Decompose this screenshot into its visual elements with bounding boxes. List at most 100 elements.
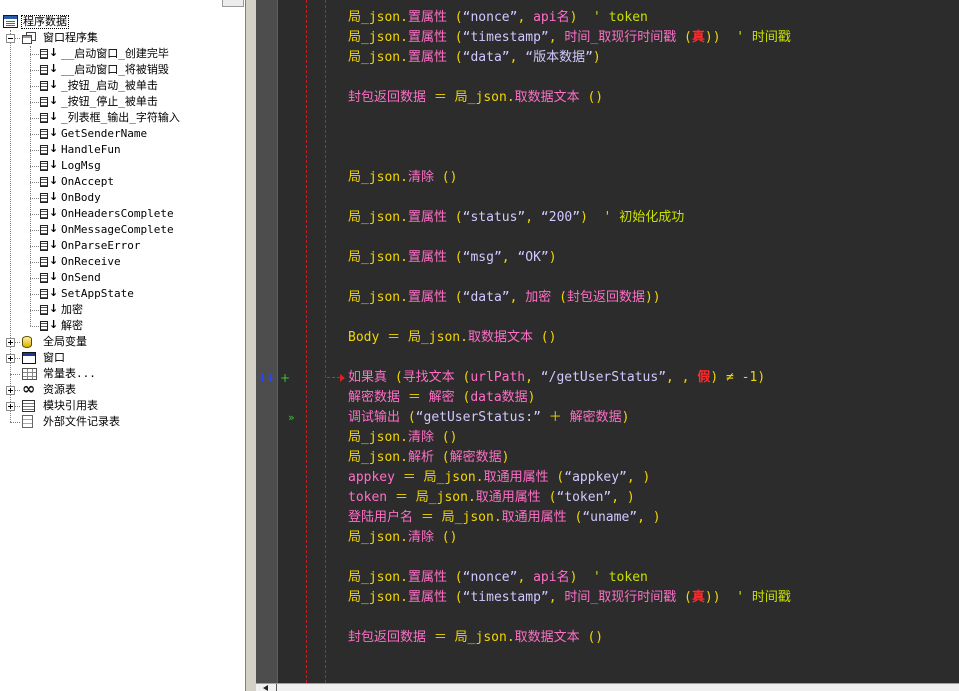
code-variable: 局_json [348, 430, 401, 445]
subroutine-icon [40, 110, 58, 124]
code-line[interactable]: Body ＝ 局_json.取数据文本 () [348, 328, 556, 348]
code-line[interactable] [348, 108, 368, 128]
tree-item[interactable]: GetSenderName [0, 126, 245, 142]
expand-toggle[interactable] [6, 386, 15, 395]
subroutine-icon [40, 318, 58, 332]
tree-item[interactable]: 常量表... [0, 366, 245, 382]
code-operator: . [400, 10, 408, 25]
code-operator: ( [387, 370, 403, 385]
code-line[interactable] [348, 228, 368, 248]
tree-item[interactable]: _按钮_停止_被单击 [0, 94, 245, 110]
code-operator: . [467, 490, 476, 505]
tree-item[interactable]: _列表框_输出_字符输入 [0, 110, 245, 126]
code-line[interactable]: appkey ＝ 局_json.取通用属性 (“appkey”, ) [348, 468, 650, 488]
tree-connector [30, 134, 39, 135]
code-line[interactable]: 局_json.置属性 (“data”, “版本数据”) [348, 48, 601, 68]
code-line[interactable] [348, 148, 368, 168]
code-line[interactable]: 局_json.置属性 (“timestamp”, 时间_取现行时间戳 (真)) … [348, 588, 791, 608]
tree-item[interactable]: SetAppState [0, 286, 245, 302]
project-tree-panel[interactable]: 程序数据窗口程序集 __启动窗口_创建完毕 __启动窗口_将被销毁 _按钮_启动_被单… [0, 0, 245, 691]
expand-toggle[interactable] [6, 354, 15, 363]
tree-item[interactable]: __启动窗口_将被销毁 [0, 62, 245, 78]
code-line[interactable] [348, 308, 368, 328]
code-line[interactable]: 登陆用户名 ＝ 局_json.取通用属性 (“uname”, ) [348, 508, 661, 528]
code-line[interactable]: 局_json.置属性 (“msg”, “OK”) [348, 248, 557, 268]
tree-item[interactable]: 程序数据 [0, 14, 245, 30]
tree-item[interactable]: OnParseError [0, 238, 245, 254]
code-operator: ) [580, 210, 588, 225]
code-line[interactable]: 局_json.清除 () [348, 428, 457, 448]
code-operator: , [517, 10, 534, 25]
tree-item[interactable]: 模块引用表 [0, 398, 245, 414]
code-operator: . [493, 510, 502, 525]
code-line[interactable]: 局_json.置属性 (“nonce”, api名) ' token [348, 8, 648, 28]
tree-item[interactable]: 窗口 [0, 350, 245, 366]
run-arrow-icon[interactable] [288, 408, 295, 428]
code-operator: , ) [611, 490, 635, 505]
code-string: “timestamp” [462, 590, 549, 605]
code-line[interactable]: 解密数据 ＝ 解密 (data数据) [348, 388, 535, 408]
code-line[interactable]: 局_json.解析 (解密数据) [348, 448, 509, 468]
code-line[interactable] [348, 548, 368, 568]
step-arrows-icon[interactable] [258, 368, 274, 388]
expand-toggle[interactable] [6, 338, 15, 347]
tree-item[interactable]: _按钮_启动_被单击 [0, 78, 245, 94]
code-line[interactable]: token ＝ 局_json.取通用属性 (“token”, ) [348, 488, 635, 508]
scroll-left-arrow-icon[interactable] [259, 684, 272, 691]
panel-splitter[interactable] [245, 0, 256, 691]
tree-item[interactable]: 解密 [0, 318, 245, 334]
tree-connector [30, 294, 39, 295]
tree-item[interactable]: 资源表 [0, 382, 245, 398]
editor-gutter[interactable] [256, 0, 278, 683]
tree-item[interactable]: 外部文件记录表 [0, 414, 245, 430]
tree-item[interactable]: 加密 [0, 302, 245, 318]
code-line[interactable]: 局_json.置属性 (“timestamp”, 时间_取现行时间戳 (真)) … [348, 28, 791, 48]
panel-top-button[interactable] [222, 0, 244, 7]
code-line[interactable]: 封包返回数据 ＝ 局_json.取数据文本 () [348, 88, 603, 108]
code-line[interactable] [348, 68, 368, 88]
code-string: “token” [556, 490, 612, 505]
code-variable: 局_json [348, 450, 401, 465]
expand-toggle[interactable] [6, 402, 15, 411]
code-line[interactable] [348, 608, 368, 628]
horizontal-scrollbar[interactable] [256, 683, 959, 691]
tree-item[interactable]: OnAccept [0, 174, 245, 190]
tree-item[interactable]: OnMessageComplete [0, 222, 245, 238]
code-operator: ) [592, 50, 601, 65]
code-command: 解密 [428, 390, 455, 405]
tree-item[interactable]: OnBody [0, 190, 245, 206]
tree-item[interactable]: OnHeadersComplete [0, 206, 245, 222]
add-breakpoint-icon[interactable] [280, 368, 290, 388]
code-operator: ＝ [413, 510, 442, 525]
code-string: “getUserStatus:” [415, 410, 541, 425]
code-line[interactable] [348, 188, 368, 208]
tree-item[interactable]: LogMsg [0, 158, 245, 174]
code-line[interactable]: 局_json.置属性 (“data”, 加密 (封包返回数据)) [348, 288, 661, 308]
tree-item[interactable]: 全局变量 [0, 334, 245, 350]
code-line[interactable]: 局_json.清除 () [348, 528, 457, 548]
tree-item[interactable]: OnSend [0, 270, 245, 286]
code-line[interactable]: 局_json.清除 () [348, 168, 457, 188]
code-line[interactable]: 局_json.置属性 (“status”, “200”) ' 初始化成功 [348, 208, 684, 228]
code-line[interactable]: 局_json.置属性 (“nonce”, api名) ' token [348, 568, 648, 588]
code-operator: ( [548, 470, 565, 485]
code-line[interactable] [348, 348, 368, 368]
tree-item[interactable]: __启动窗口_创建完毕 [0, 46, 245, 62]
tree-item[interactable]: OnReceive [0, 254, 245, 270]
code-line[interactable] [348, 268, 368, 288]
tree-item[interactable]: 窗口程序集 [0, 30, 245, 46]
code-line[interactable]: 如果真 (寻找文本 (urlPath, “/getUserStatus”, , … [348, 368, 765, 388]
code-line[interactable] [348, 128, 368, 148]
code-comment: ' 时间戳 [720, 30, 791, 45]
collapse-toggle[interactable] [6, 34, 15, 43]
code-line[interactable]: 调试输出 (“getUserStatus:” ＋ 解密数据) [348, 408, 629, 428]
tree-item-label: _按钮_启动_被单击 [61, 79, 158, 92]
code-line[interactable]: 封包返回数据 ＝ 局_json.取数据文本 () [348, 628, 603, 648]
subroutine-icon [40, 206, 58, 220]
tree-item-label: HandleFun [61, 143, 121, 156]
tree-connector [30, 310, 39, 311]
code-command: 取通用属性 [475, 490, 541, 505]
scrollbar-thumb[interactable] [276, 684, 280, 691]
tree-item[interactable]: HandleFun [0, 142, 245, 158]
tree-item-label: OnBody [61, 191, 101, 204]
